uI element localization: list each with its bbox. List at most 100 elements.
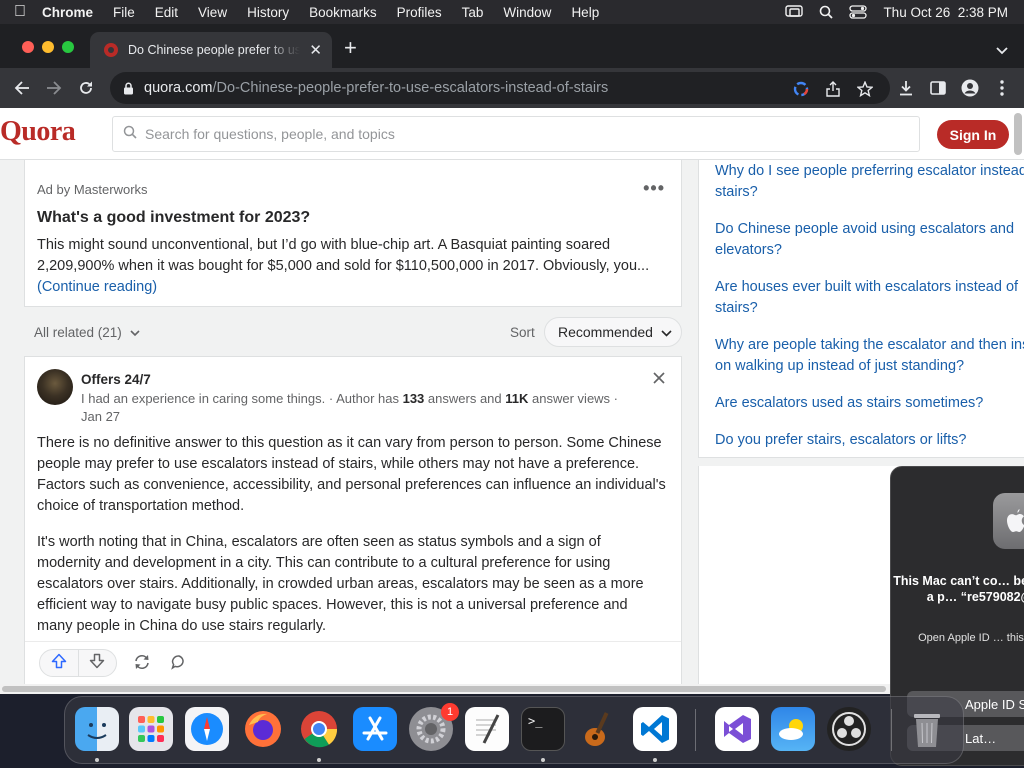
menu-edit[interactable]: Edit <box>145 5 188 20</box>
launchpad-icon[interactable] <box>129 707 173 751</box>
control-center-icon[interactable] <box>849 5 868 19</box>
menu-app-name[interactable]: Chrome <box>40 5 103 20</box>
new-tab-icon[interactable]: + <box>344 37 357 59</box>
screen-mirroring-icon[interactable] <box>785 5 804 19</box>
running-indicator <box>541 758 545 762</box>
lock-icon[interactable] <box>120 80 136 96</box>
author-avatar[interactable] <box>37 369 73 405</box>
reload-icon[interactable] <box>74 76 98 100</box>
answers-word: answers and <box>427 391 502 406</box>
comment-icon[interactable] <box>171 654 187 675</box>
bookmark-star-icon[interactable] <box>856 80 874 98</box>
close-icon[interactable] <box>653 371 665 389</box>
quora-favicon-icon <box>104 43 118 57</box>
menu-profiles[interactable]: Profiles <box>387 5 452 20</box>
related-question-link[interactable]: Are houses ever built with escalators in… <box>715 277 1024 319</box>
all-related-dropdown[interactable]: All related (21) <box>34 325 140 340</box>
tab-close-icon[interactable]: ✕ <box>309 41 322 59</box>
fullscreen-window-button[interactable] <box>62 41 74 53</box>
spotlight-search-icon[interactable] <box>819 5 834 19</box>
obs-icon[interactable] <box>827 707 871 751</box>
active-tab[interactable]: Do Chinese people prefer to use escalato… <box>90 32 332 68</box>
sort-value: Recommended <box>558 324 653 340</box>
all-related-label: All related (21) <box>34 325 122 340</box>
alert-subtext: Open Apple ID … this pro… <box>918 632 1024 644</box>
garageband-icon[interactable] <box>577 707 621 751</box>
menu-file[interactable]: File <box>103 5 145 20</box>
profile-avatar-icon[interactable] <box>958 76 982 100</box>
address-bar[interactable]: quora.com/Do-Chinese-people-prefer-to-us… <box>110 72 890 104</box>
menu-clock[interactable]: Thu Oct 26 2:38 PM <box>883 5 1008 20</box>
vote-group <box>39 649 117 677</box>
quora-logo[interactable]: Quora <box>0 116 76 148</box>
close-window-button[interactable] <box>22 41 34 53</box>
menu-history[interactable]: History <box>237 5 299 20</box>
related-question-link[interactable]: Do Chinese people avoid using escalators… <box>715 219 1024 261</box>
finder-icon[interactable] <box>75 707 119 751</box>
more-options-icon[interactable]: ••• <box>643 178 665 199</box>
related-question-link[interactable]: Why are people taking the escalator and … <box>715 335 1024 377</box>
horizontal-scrollbar-thumb[interactable] <box>2 686 886 692</box>
chrome-icon[interactable] <box>297 707 341 751</box>
related-question-link[interactable]: Why do I see people preferring escalator… <box>715 161 1024 203</box>
minimize-window-button[interactable] <box>42 41 54 53</box>
safari-icon[interactable] <box>185 707 229 751</box>
sign-in-button[interactable]: Sign In <box>937 120 1009 149</box>
vscode-icon[interactable] <box>633 707 677 751</box>
trash-icon[interactable] <box>905 707 949 751</box>
google-lens-icon[interactable] <box>792 80 810 98</box>
running-indicator <box>317 758 321 762</box>
weather-icon[interactable] <box>771 707 815 751</box>
vertical-scrollbar-thumb[interactable] <box>1014 113 1022 155</box>
apple-menu-icon[interactable]:  <box>0 3 40 21</box>
ad-sponsor-label: Ad by Masterworks <box>37 182 148 197</box>
menu-bookmarks[interactable]: Bookmarks <box>299 5 387 20</box>
ad-card: Ad by Masterworks ••• What's a good inve… <box>24 160 682 307</box>
chrome-menu-icon[interactable] <box>990 76 1014 100</box>
dock-separator <box>695 709 696 751</box>
related-question-link[interactable]: Are escalators used as stairs sometimes? <box>715 393 1024 414</box>
alert-message: This Mac can’t co… because of a p… “re57… <box>893 574 1024 604</box>
web-page: Quora Search for questions, people, and … <box>0 108 1024 694</box>
continue-reading-link[interactable]: (Continue reading) <box>37 279 157 295</box>
author-name[interactable]: Offers 24/7 <box>81 372 151 387</box>
menu-window[interactable]: Window <box>493 5 561 20</box>
side-panel-icon[interactable] <box>926 76 950 100</box>
dock-separator <box>891 709 892 751</box>
share-repost-icon[interactable] <box>133 654 151 675</box>
ad-title[interactable]: What's a good investment for 2023? <box>37 209 310 227</box>
horizontal-scrollbar[interactable] <box>0 684 1024 694</box>
app-store-icon[interactable] <box>353 707 397 751</box>
related-question-link[interactable]: Do you prefer stairs, escalators or lift… <box>715 430 1024 451</box>
upvote-arrow-icon <box>51 653 67 674</box>
back-arrow-icon[interactable] <box>10 76 34 100</box>
tab-search-chevron-icon[interactable] <box>996 42 1008 60</box>
author-credential: I had an experience in caring some thing… <box>81 390 651 426</box>
macos-dock: 1 >_ <box>64 696 964 764</box>
answer-date[interactable]: Jan 27 <box>81 409 120 424</box>
menu-tab[interactable]: Tab <box>452 5 494 20</box>
menu-view[interactable]: View <box>188 5 237 20</box>
terminal-icon[interactable]: >_ <box>521 707 565 751</box>
share-icon[interactable] <box>824 80 842 98</box>
upvote-button[interactable] <box>40 650 79 676</box>
quora-header: Quora Search for questions, people, and … <box>0 108 1024 160</box>
forward-arrow-icon[interactable] <box>42 76 66 100</box>
menu-help[interactable]: Help <box>561 5 609 20</box>
credential-text: I had an experience in caring some thing… <box>81 391 399 406</box>
visual-studio-icon[interactable] <box>715 707 759 751</box>
downvote-button[interactable] <box>79 650 117 676</box>
chrome-toolbar: quora.com/Do-Chinese-people-prefer-to-us… <box>0 68 1024 108</box>
answers-count: 133 <box>402 391 425 406</box>
downvote-arrow-icon <box>89 653 105 674</box>
download-icon[interactable] <box>894 76 918 100</box>
search-icon <box>123 125 137 144</box>
search-input[interactable]: Search for questions, people, and topics <box>112 116 920 152</box>
textedit-icon[interactable] <box>465 707 509 751</box>
notification-badge: 1 <box>441 703 459 721</box>
url-path: /Do-Chinese-people-prefer-to-use-escalat… <box>212 80 609 96</box>
tab-title: Do Chinese people prefer to use escalato… <box>128 43 300 57</box>
firefox-icon[interactable] <box>241 707 285 751</box>
sort-dropdown[interactable]: Recommended <box>544 317 682 347</box>
related-questions-panel: Why do I see people preferring escalator… <box>698 160 1024 458</box>
